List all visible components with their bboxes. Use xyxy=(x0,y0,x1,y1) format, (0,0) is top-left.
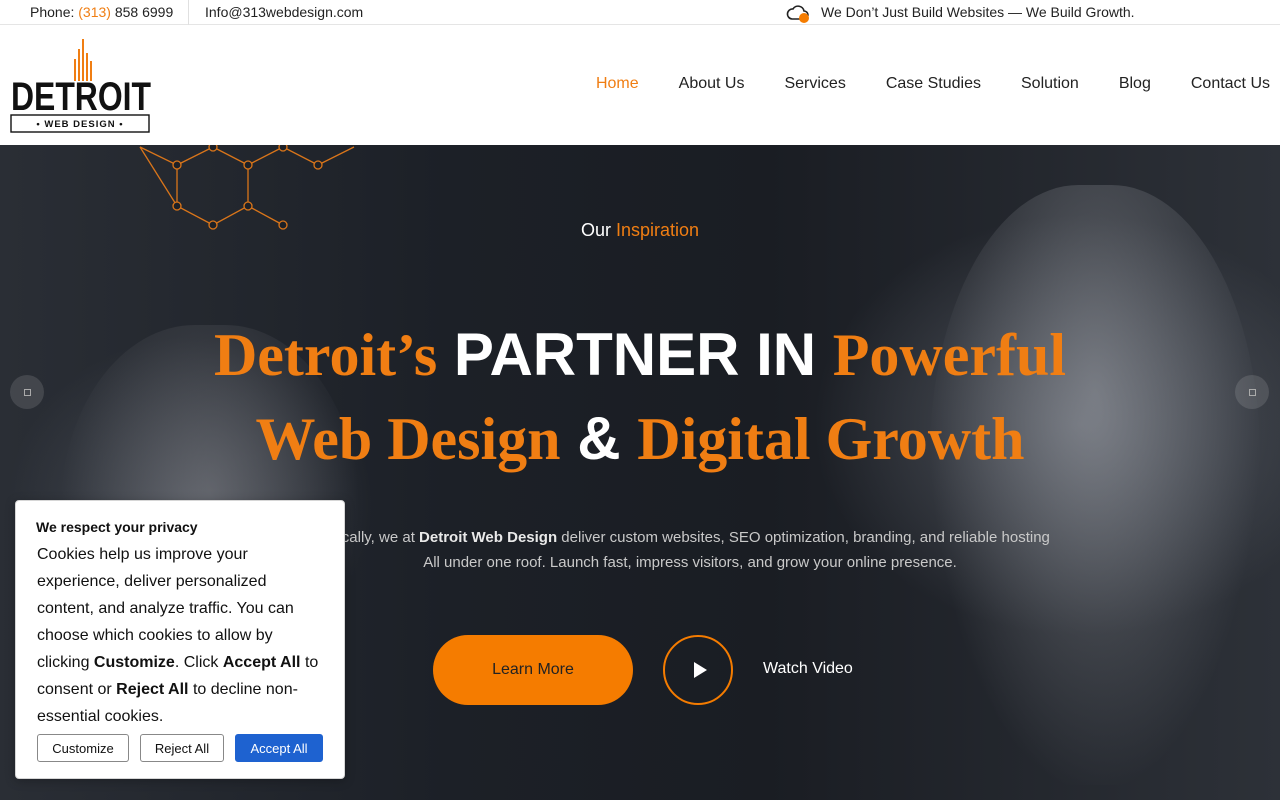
svg-text:• WEB DESIGN •: • WEB DESIGN • xyxy=(36,119,123,130)
detroit-web-design-logo[interactable]: DETROIT • WEB DESIGN • xyxy=(10,35,155,135)
arrow-right-icon xyxy=(1248,388,1256,396)
cookie-text-2: . Click xyxy=(174,654,219,671)
main-nav: Home About Us Services Case Studies Solu… xyxy=(556,75,1270,93)
cookie-text-1: Cookies help us improve your experience,… xyxy=(37,546,294,671)
cookie-buttons: Customize Reject All Accept All xyxy=(37,734,323,762)
nav-case-studies[interactable]: Case Studies xyxy=(886,75,981,93)
hero-eyebrow: Our Inspiration xyxy=(0,220,1280,241)
cookie-text-accept: Accept All xyxy=(222,654,301,671)
cookie-accept-button[interactable]: Accept All xyxy=(235,734,323,762)
headline-digital-growth: Digital Growth xyxy=(637,406,1025,472)
nav-about-us[interactable]: About Us xyxy=(679,75,745,93)
headline-detroits: Detroit’s xyxy=(213,322,438,388)
cookie-reject-button[interactable]: Reject All xyxy=(140,734,224,762)
hero-photo-man xyxy=(930,185,1260,785)
cookie-customize-button[interactable]: Customize xyxy=(37,734,129,762)
desc-brand: Detroit Web Design xyxy=(419,529,558,546)
nav-contact-us[interactable]: Contact Us xyxy=(1191,75,1270,93)
play-icon xyxy=(693,662,707,678)
svg-text:DETROIT: DETROIT xyxy=(11,75,151,119)
desc-line2: All under one roof. Launch fast, impress… xyxy=(423,554,957,571)
learn-more-button[interactable]: Learn More xyxy=(433,635,633,705)
email-link[interactable]: Info@313webdesign.com xyxy=(205,4,363,20)
nav-solution[interactable]: Solution xyxy=(1021,75,1079,93)
cookie-text-reject: Reject All xyxy=(116,681,189,698)
headline-ampersand: & xyxy=(577,405,621,472)
top-bar: Phone: (313) 858 6999 Info@313webdesign.… xyxy=(0,0,1280,25)
eyebrow-inspiration: Inspiration xyxy=(615,220,700,240)
cookie-title: We respect your privacy xyxy=(36,519,198,535)
hero-description: locally, we at Detroit Web Design delive… xyxy=(300,525,1080,575)
site-header: DETROIT • WEB DESIGN • Home About Us Ser… xyxy=(0,25,1280,145)
nav-blog[interactable]: Blog xyxy=(1119,75,1151,93)
slider-next-button[interactable] xyxy=(1235,375,1269,409)
arrow-left-icon xyxy=(23,388,31,396)
phone-area-code[interactable]: (313) xyxy=(78,4,111,20)
cookie-text-customize: Customize xyxy=(93,654,175,671)
slider-prev-button[interactable] xyxy=(10,375,44,409)
cloud-icon xyxy=(786,5,809,23)
tagline: We Don’t Just Build Websites — We Build … xyxy=(821,4,1135,20)
phone-info[interactable]: Phone: (313) 858 6999 xyxy=(30,4,173,20)
headline-powerful: Powerful xyxy=(832,322,1067,388)
phone-number[interactable]: 858 6999 xyxy=(115,4,173,20)
headline-partner-in: PARTNER IN xyxy=(453,321,817,388)
cookie-message: Cookies help us improve your experience,… xyxy=(37,541,324,730)
topbar-divider xyxy=(188,0,189,25)
headline-web-design: Web Design xyxy=(255,406,561,472)
phone-label: Phone: xyxy=(30,4,75,20)
nav-home[interactable]: Home xyxy=(596,75,639,93)
cookie-consent-banner: We respect your privacy Cookies help us … xyxy=(15,500,345,779)
nav-services[interactable]: Services xyxy=(784,75,845,93)
desc-post: deliver custom websites, SEO optimizatio… xyxy=(561,529,1050,546)
play-video-button[interactable] xyxy=(663,635,733,705)
watch-video-link[interactable]: Watch Video xyxy=(763,660,853,678)
hero-headline: Detroit’s PARTNER IN Powerful Web Design… xyxy=(0,313,1280,481)
eyebrow-our: Our xyxy=(580,220,611,240)
